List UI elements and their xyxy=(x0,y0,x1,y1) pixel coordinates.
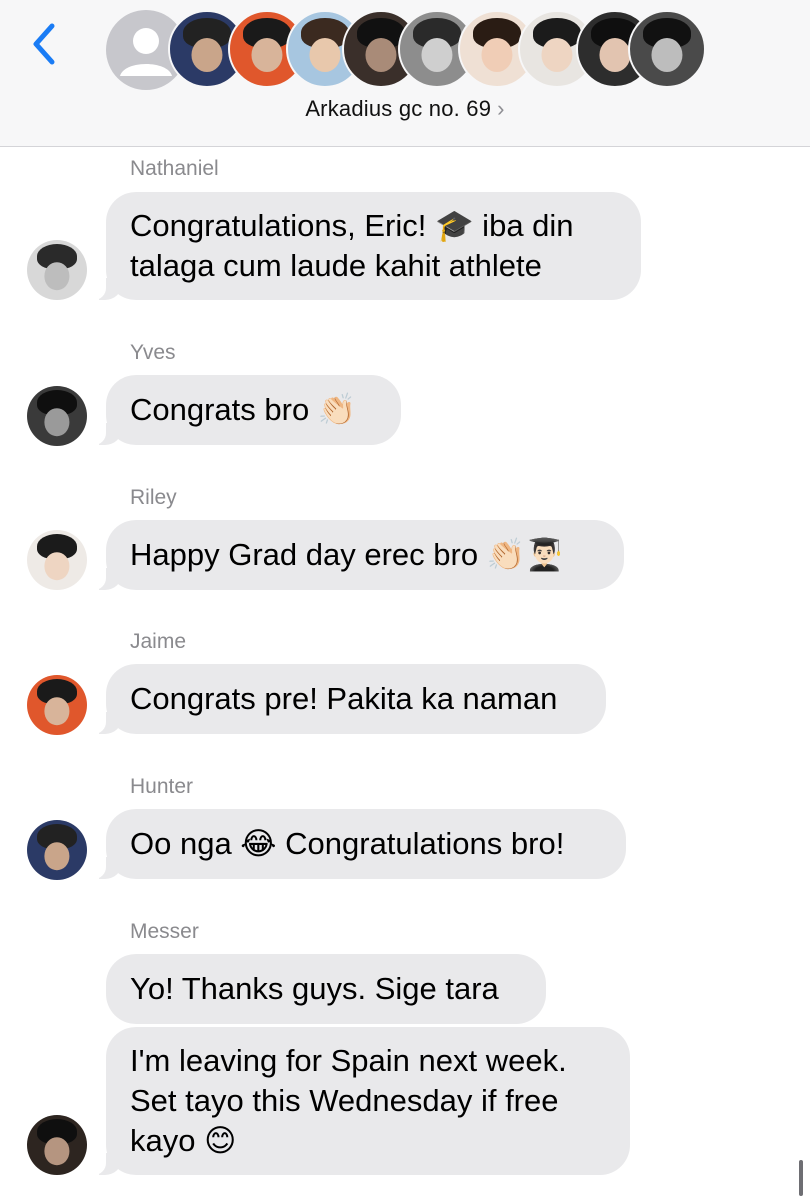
message-text: I'm leaving for Spain next week. Set tay… xyxy=(130,1043,567,1158)
sender-name: Riley xyxy=(130,486,177,509)
avatar[interactable] xyxy=(27,386,87,446)
group-avatars[interactable] xyxy=(106,10,706,90)
message-bubble[interactable]: Oo nga 😂 Congratulations bro! xyxy=(94,809,626,879)
message-bubble[interactable]: Congrats pre! Pakita ka naman xyxy=(94,664,606,734)
avatar[interactable] xyxy=(27,675,87,735)
sender-name: Hunter xyxy=(130,775,194,798)
back-button[interactable] xyxy=(26,18,66,70)
message-text: Happy Grad day erec bro 👏🏻👨🏻‍🎓 xyxy=(130,537,564,572)
chevron-right-icon: › xyxy=(497,96,505,121)
avatar[interactable] xyxy=(27,240,87,300)
message-text: Congrats bro 👏🏻 xyxy=(130,392,357,427)
message-text: Oo nga 😂 Congratulations bro! xyxy=(130,826,565,861)
message-text: Congrats pre! Pakita ka naman xyxy=(130,681,558,716)
message-text: Yo! Thanks guys. Sige tara xyxy=(130,971,499,1006)
group-title[interactable]: Arkadius gc no. 69 › xyxy=(0,96,810,122)
group-name: Arkadius gc no. 69 xyxy=(305,96,492,121)
conversation-header: Arkadius gc no. 69 › xyxy=(0,0,810,147)
sender-name: Messer xyxy=(130,920,199,943)
sender-name: Nathaniel xyxy=(130,157,219,180)
avatar-member xyxy=(628,10,706,88)
scrollbar[interactable] xyxy=(799,1160,803,1196)
message-bubble[interactable]: Congratulations, Eric! 🎓 iba din talaga … xyxy=(94,192,641,300)
avatar[interactable] xyxy=(27,1115,87,1175)
avatar[interactable] xyxy=(27,530,87,590)
message-bubble[interactable]: Congrats bro 👏🏻 xyxy=(94,375,401,445)
message-bubble[interactable]: Yo! Thanks guys. Sige tara xyxy=(106,954,546,1024)
chevron-left-icon xyxy=(33,23,55,65)
sender-name: Jaime xyxy=(130,630,187,653)
message-bubble[interactable]: Happy Grad day erec bro 👏🏻👨🏻‍🎓 xyxy=(94,520,624,590)
avatar[interactable] xyxy=(27,820,87,880)
message-text: Congratulations, Eric! 🎓 iba din talaga … xyxy=(130,208,574,283)
message-bubble[interactable]: I'm leaving for Spain next week. Set tay… xyxy=(94,1027,630,1175)
sender-name: Yves xyxy=(130,341,176,364)
